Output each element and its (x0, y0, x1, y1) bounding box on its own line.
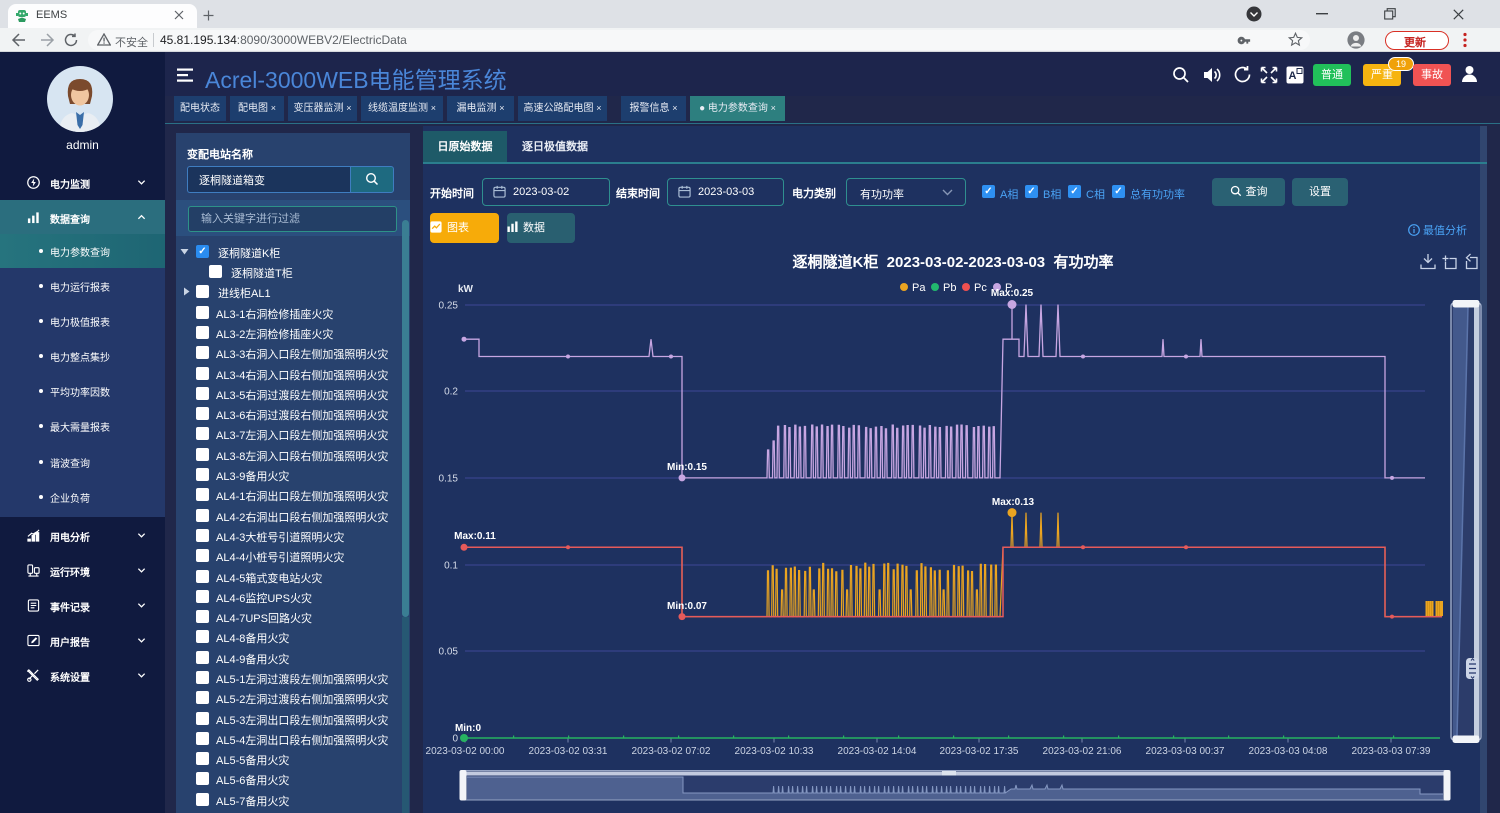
svg-text:0.1: 0.1 (444, 561, 458, 572)
svg-text:Pa: Pa (912, 282, 926, 294)
svg-text:Max:0.13: Max:0.13 (992, 497, 1035, 508)
svg-text:0.15: 0.15 (439, 474, 459, 485)
svg-text:0: 0 (452, 734, 458, 745)
svg-text:2023-03-03 00:37: 2023-03-03 00:37 (1146, 746, 1225, 757)
svg-text:2023-03-02 03:31: 2023-03-02 03:31 (529, 746, 608, 757)
svg-text:kW: kW (458, 284, 474, 295)
svg-text:0.2: 0.2 (444, 387, 458, 398)
svg-text:2023-03-02 00:00: 2023-03-02 00:00 (426, 746, 505, 757)
svg-text:Min:0: Min:0 (455, 723, 482, 734)
svg-text:0.05: 0.05 (439, 647, 459, 658)
svg-text:A: A (1289, 70, 1297, 82)
svg-text:Min:0.07: Min:0.07 (667, 601, 707, 612)
svg-text:2023-03-02 21:06: 2023-03-02 21:06 (1043, 746, 1122, 757)
svg-text:Max:0.11: Max:0.11 (454, 531, 496, 542)
svg-text:逐桐隧道K柜 2023-03-02-2023-03-03: 逐桐隧道K柜 2023-03-02-2023-03-03 有功功率 (793, 253, 1114, 271)
svg-text:2023-03-02 17:35: 2023-03-02 17:35 (940, 746, 1019, 757)
svg-text:2023-03-03 07:39: 2023-03-03 07:39 (1352, 746, 1431, 757)
svg-text:Min:0.15: Min:0.15 (667, 462, 707, 473)
svg-text:2023-03-02 14:04: 2023-03-02 14:04 (838, 746, 917, 757)
svg-text:Pb: Pb (943, 282, 956, 294)
svg-text:Pc: Pc (974, 282, 987, 294)
svg-text:2023-03-02 07:02: 2023-03-02 07:02 (632, 746, 711, 757)
svg-text:2023-03-02 10:33: 2023-03-02 10:33 (735, 746, 814, 757)
svg-text:2023-03-03 04:08: 2023-03-03 04:08 (1249, 746, 1328, 757)
svg-text:Max:0.25: Max:0.25 (991, 288, 1034, 299)
svg-text:0.25: 0.25 (439, 301, 459, 312)
